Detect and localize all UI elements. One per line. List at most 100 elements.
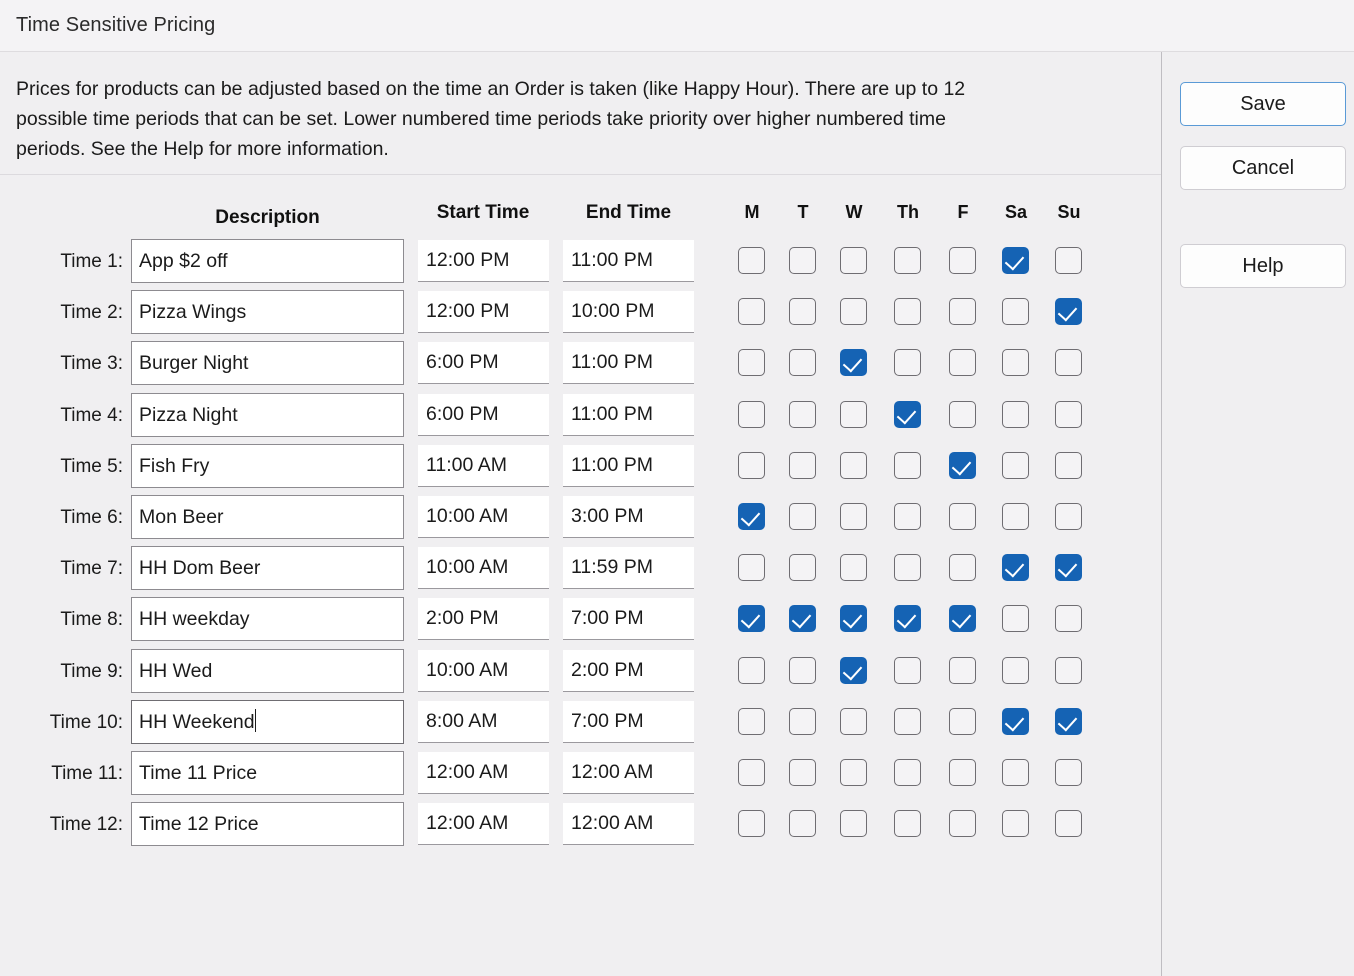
end-time-input-6[interactable]: 3:00 PM	[563, 496, 694, 538]
day-checkbox-su-row-6[interactable]	[1055, 503, 1082, 530]
day-checkbox-t-row-11[interactable]	[789, 759, 816, 786]
day-checkbox-f-row-8[interactable]	[949, 605, 976, 633]
day-checkbox-sa-row-6[interactable]	[1002, 503, 1029, 530]
day-checkbox-m-row-3[interactable]	[738, 349, 765, 377]
day-checkbox-w-row-12[interactable]	[840, 810, 867, 838]
day-checkbox-th-row-4[interactable]	[894, 400, 921, 428]
day-checkbox-m-row-9[interactable]	[738, 656, 765, 684]
end-time-input-11[interactable]: 12:00 AM	[563, 752, 694, 794]
day-checkbox-w-row-3[interactable]	[840, 349, 867, 377]
day-checkbox-w-row-2[interactable]	[840, 298, 867, 326]
day-checkbox-th-row-7[interactable]	[894, 554, 921, 582]
day-checkbox-th-row-9[interactable]	[894, 656, 921, 684]
day-checkbox-t-row-5[interactable]	[789, 451, 816, 479]
start-time-input-7[interactable]: 10:00 AM	[418, 547, 549, 590]
day-checkbox-w-row-8[interactable]	[840, 605, 867, 633]
day-checkbox-su-row-2[interactable]	[1055, 298, 1082, 326]
day-checkbox-t-row-6[interactable]	[789, 503, 816, 530]
start-time-input-5[interactable]: 11:00 AM	[418, 444, 549, 487]
description-input-3[interactable]: Burger Night	[131, 341, 404, 386]
day-checkbox-t-row-10[interactable]	[789, 707, 816, 735]
day-checkbox-m-row-12[interactable]	[738, 810, 765, 838]
day-checkbox-su-row-12[interactable]	[1055, 810, 1082, 838]
day-checkbox-su-row-3[interactable]	[1055, 349, 1082, 377]
start-time-input-1[interactable]: 12:00 PM	[418, 240, 549, 282]
day-checkbox-m-row-7[interactable]	[738, 554, 765, 582]
day-checkbox-th-row-5[interactable]	[894, 451, 921, 479]
end-time-input-12[interactable]: 12:00 AM	[563, 803, 694, 846]
day-checkbox-t-row-2[interactable]	[789, 298, 816, 326]
day-checkbox-sa-row-10[interactable]	[1002, 707, 1029, 735]
help-button[interactable]: Help	[1180, 244, 1346, 288]
description-input-5[interactable]: Fish Fry	[131, 443, 404, 488]
day-checkbox-th-row-10[interactable]	[894, 707, 921, 735]
end-time-input-9[interactable]: 2:00 PM	[563, 649, 694, 692]
day-checkbox-th-row-3[interactable]	[894, 349, 921, 377]
day-checkbox-w-row-10[interactable]	[840, 707, 867, 735]
description-input-11[interactable]: Time 11 Price	[131, 751, 404, 795]
description-input-10[interactable]: HH Weekend	[131, 699, 404, 744]
description-input-12[interactable]: Time 12 Price	[131, 802, 404, 847]
description-input-8[interactable]: HH weekday	[131, 597, 404, 642]
day-checkbox-sa-row-1[interactable]	[1002, 247, 1029, 274]
day-checkbox-t-row-7[interactable]	[789, 554, 816, 582]
day-checkbox-sa-row-8[interactable]	[1002, 605, 1029, 633]
day-checkbox-su-row-7[interactable]	[1055, 554, 1082, 582]
day-checkbox-sa-row-12[interactable]	[1002, 810, 1029, 838]
day-checkbox-f-row-2[interactable]	[949, 298, 976, 326]
day-checkbox-th-row-1[interactable]	[894, 247, 921, 274]
day-checkbox-th-row-12[interactable]	[894, 810, 921, 838]
day-checkbox-w-row-1[interactable]	[840, 247, 867, 274]
day-checkbox-f-row-12[interactable]	[949, 810, 976, 838]
day-checkbox-su-row-1[interactable]	[1055, 247, 1082, 274]
day-checkbox-m-row-10[interactable]	[738, 707, 765, 735]
day-checkbox-su-row-9[interactable]	[1055, 656, 1082, 684]
end-time-input-3[interactable]: 11:00 PM	[563, 342, 694, 385]
day-checkbox-m-row-5[interactable]	[738, 451, 765, 479]
day-checkbox-f-row-9[interactable]	[949, 656, 976, 684]
day-checkbox-f-row-4[interactable]	[949, 400, 976, 428]
day-checkbox-su-row-8[interactable]	[1055, 605, 1082, 633]
day-checkbox-th-row-8[interactable]	[894, 605, 921, 633]
day-checkbox-w-row-9[interactable]	[840, 656, 867, 684]
day-checkbox-t-row-4[interactable]	[789, 400, 816, 428]
end-time-input-1[interactable]: 11:00 PM	[563, 240, 694, 282]
start-time-input-6[interactable]: 10:00 AM	[418, 496, 549, 538]
start-time-input-9[interactable]: 10:00 AM	[418, 649, 549, 692]
start-time-input-2[interactable]: 12:00 PM	[418, 291, 549, 334]
day-checkbox-su-row-10[interactable]	[1055, 707, 1082, 735]
description-input-1[interactable]: App $2 off	[131, 239, 404, 283]
cancel-button[interactable]: Cancel	[1180, 146, 1346, 190]
day-checkbox-w-row-7[interactable]	[840, 554, 867, 582]
description-input-6[interactable]: Mon Beer	[131, 495, 404, 539]
day-checkbox-t-row-8[interactable]	[789, 605, 816, 633]
day-checkbox-w-row-6[interactable]	[840, 503, 867, 530]
day-checkbox-th-row-2[interactable]	[894, 298, 921, 326]
day-checkbox-f-row-3[interactable]	[949, 349, 976, 377]
description-input-7[interactable]: HH Dom Beer	[131, 546, 404, 591]
day-checkbox-su-row-5[interactable]	[1055, 451, 1082, 479]
start-time-input-11[interactable]: 12:00 AM	[418, 752, 549, 794]
end-time-input-5[interactable]: 11:00 PM	[563, 444, 694, 487]
day-checkbox-sa-row-7[interactable]	[1002, 554, 1029, 582]
day-checkbox-m-row-6[interactable]	[738, 503, 765, 530]
day-checkbox-m-row-1[interactable]	[738, 247, 765, 274]
end-time-input-7[interactable]: 11:59 PM	[563, 547, 694, 590]
day-checkbox-m-row-8[interactable]	[738, 605, 765, 633]
start-time-input-3[interactable]: 6:00 PM	[418, 342, 549, 385]
day-checkbox-w-row-11[interactable]	[840, 759, 867, 786]
day-checkbox-f-row-1[interactable]	[949, 247, 976, 274]
day-checkbox-w-row-5[interactable]	[840, 451, 867, 479]
day-checkbox-t-row-1[interactable]	[789, 247, 816, 274]
day-checkbox-f-row-5[interactable]	[949, 451, 976, 479]
save-button[interactable]: Save	[1180, 82, 1346, 126]
day-checkbox-sa-row-11[interactable]	[1002, 759, 1029, 786]
description-input-9[interactable]: HH Wed	[131, 648, 404, 693]
day-checkbox-sa-row-3[interactable]	[1002, 349, 1029, 377]
day-checkbox-sa-row-2[interactable]	[1002, 298, 1029, 326]
end-time-input-10[interactable]: 7:00 PM	[563, 700, 694, 743]
day-checkbox-t-row-3[interactable]	[789, 349, 816, 377]
day-checkbox-m-row-11[interactable]	[738, 759, 765, 786]
start-time-input-8[interactable]: 2:00 PM	[418, 598, 549, 641]
end-time-input-8[interactable]: 7:00 PM	[563, 598, 694, 641]
